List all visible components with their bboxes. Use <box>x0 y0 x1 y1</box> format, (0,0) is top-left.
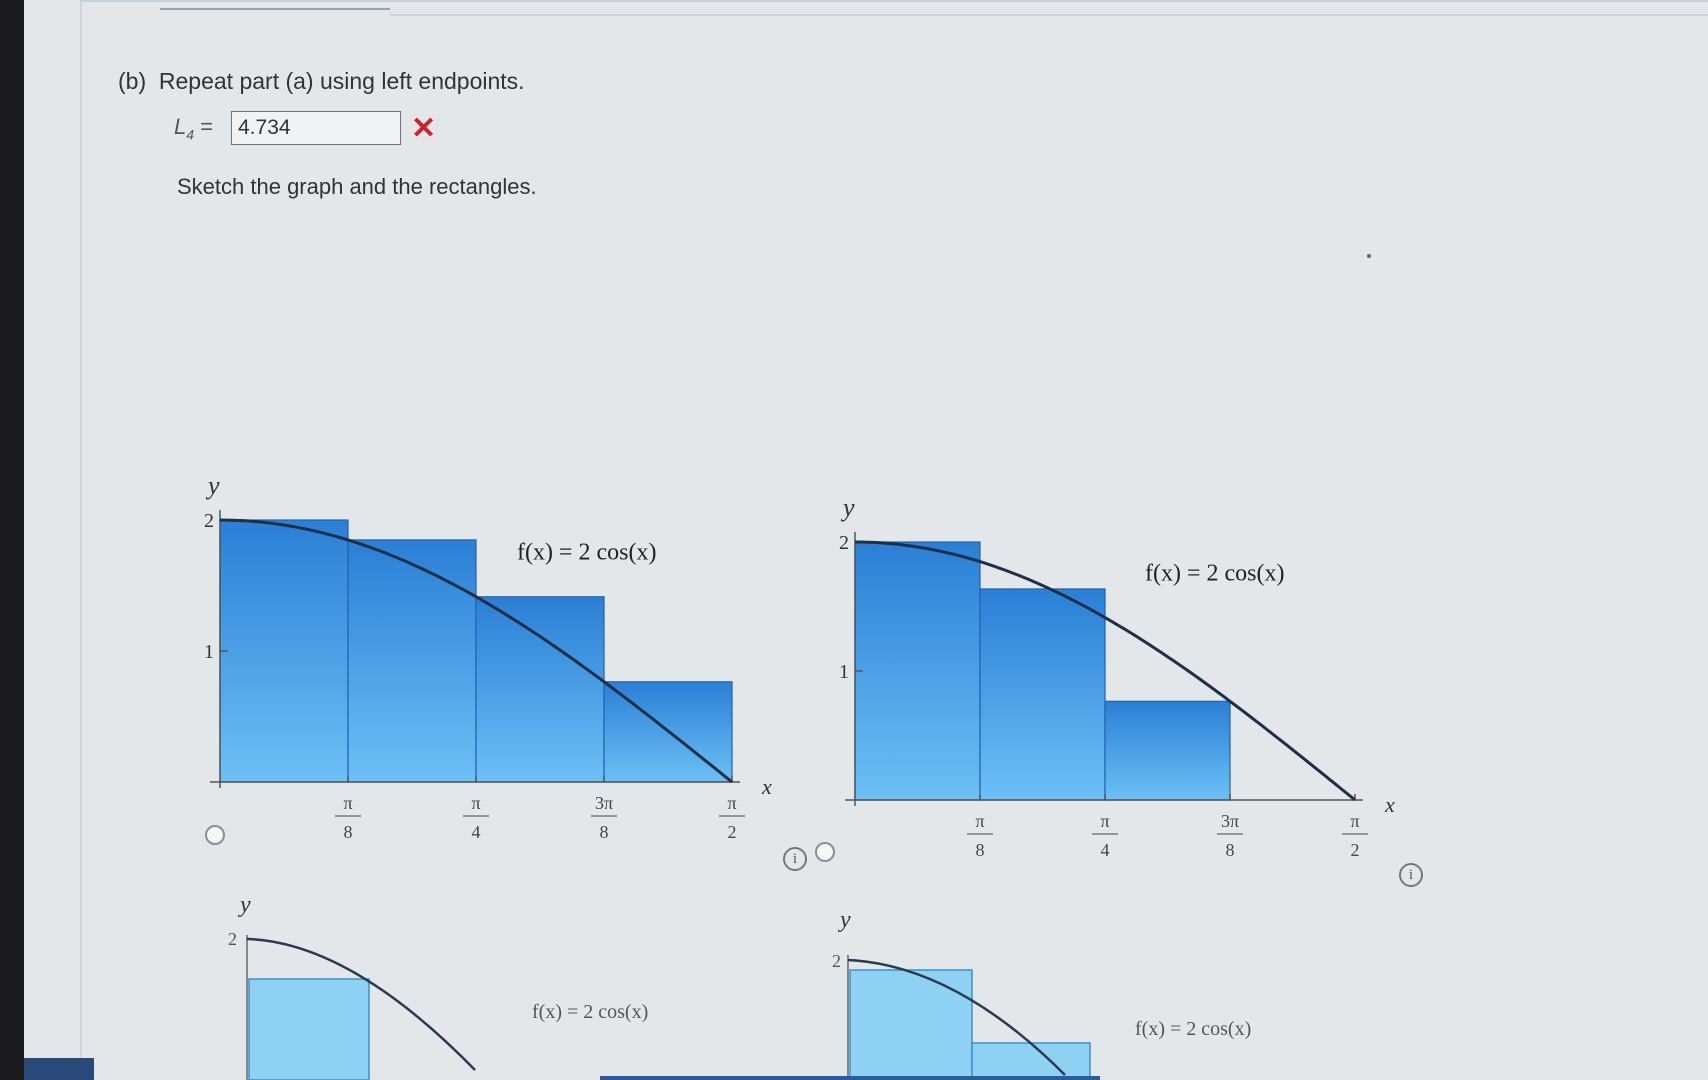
x-tick-denominator: 2 <box>728 822 737 842</box>
answer-equals: = <box>200 114 214 139</box>
x-tick-denominator: 8 <box>1226 840 1235 860</box>
answer-input[interactable] <box>231 111 401 145</box>
x-axis-label: x <box>1384 792 1395 817</box>
answer-label-main: L <box>174 114 187 139</box>
taskbar-segment <box>24 1058 94 1080</box>
incorrect-icon: ✕ <box>411 112 437 145</box>
top-border <box>80 0 1708 2</box>
x-tick-numerator: π <box>727 793 736 813</box>
function-label: f(x) = 2 cos(x) <box>1135 1018 1251 1040</box>
option-2-radio[interactable] <box>815 842 835 862</box>
option-1-radio[interactable] <box>205 825 225 845</box>
function-label: f(x) = 2 cos(x) <box>1145 561 1285 587</box>
rectangle <box>347 539 477 783</box>
function-label: f(x) = 2 cos(x) <box>517 539 657 565</box>
part-prompt: Repeat part (a) using left endpoints. <box>158 68 525 94</box>
top-tab-underline <box>160 8 390 10</box>
graph-option-2: 1 2 y π 8 π 4 3π 8 π 2 x f(x) = 2 cos(x) <box>839 493 1395 860</box>
x-tick-denominator: 8 <box>976 840 985 860</box>
y-tick-label: 2 <box>839 532 849 554</box>
x-tick-denominator: 4 <box>1101 840 1110 860</box>
rectangle <box>854 541 981 801</box>
graph-option-3: y 2 f(x) = 2 cos(x) <box>228 892 648 1080</box>
rectangle <box>475 596 605 783</box>
content-frame-border <box>80 0 82 1080</box>
graph-option-1: 1 2 y π 8 π 4 3π 8 π 2 x f(x) = 2 cos(x) <box>204 471 772 842</box>
y-tick-label: 2 <box>832 951 841 971</box>
stray-dot <box>1367 254 1371 258</box>
header-rule <box>390 14 1708 16</box>
x-tick-numerator: π <box>471 793 480 813</box>
rectangle <box>849 969 973 1080</box>
x-tick-denominator: 8 <box>600 822 609 842</box>
x-tick-denominator: 4 <box>472 822 481 842</box>
x-axis-label: x <box>761 774 772 799</box>
instruction-text: Sketch the graph and the rectangles. <box>177 174 537 199</box>
y-axis-label: y <box>205 471 220 500</box>
y-tick-label: 1 <box>839 661 849 683</box>
rectangle <box>219 519 349 783</box>
rectangle <box>248 978 370 1080</box>
y-tick-label: 2 <box>228 929 237 949</box>
graph-option-4: y 2 f(x) = 2 cos(x) <box>832 907 1251 1080</box>
y-tick-label: 1 <box>204 641 214 663</box>
info-icon[interactable]: i <box>783 847 807 871</box>
y-axis-label: y <box>838 907 851 933</box>
answer-label-subscript: 4 <box>186 126 195 143</box>
question-part: (b) Repeat part (a) using left endpoints… <box>118 68 525 95</box>
x-tick-numerator: π <box>975 811 984 831</box>
rectangle <box>1104 700 1231 801</box>
x-tick-numerator: π <box>343 793 352 813</box>
info-icon[interactable]: i <box>1399 863 1423 887</box>
bottom-accent-strip <box>600 1076 1100 1080</box>
x-tick-numerator: π <box>1350 811 1359 831</box>
y-axis-label: y <box>238 892 251 918</box>
y-axis-label: y <box>840 493 855 522</box>
x-tick-numerator: π <box>1100 811 1109 831</box>
part-label: (b) <box>118 68 147 94</box>
x-tick-denominator: 8 <box>344 822 353 842</box>
function-label: f(x) = 2 cos(x) <box>532 1001 648 1023</box>
rectangle <box>979 588 1106 801</box>
x-tick-numerator: 3π <box>595 793 613 813</box>
x-tick-numerator: 3π <box>1221 811 1239 831</box>
answer-label: L4 = <box>174 114 213 142</box>
y-tick-label: 2 <box>204 510 214 532</box>
rectangle <box>971 1042 1091 1080</box>
x-tick-denominator: 2 <box>1351 840 1360 860</box>
screen-bezel <box>0 0 24 1080</box>
